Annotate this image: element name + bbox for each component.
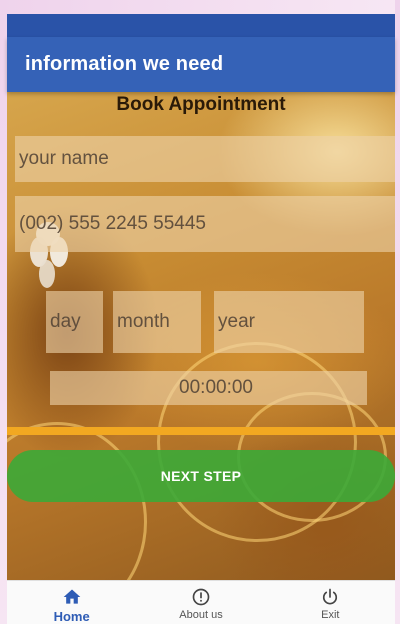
bottom-navigation: Home About us Exit	[7, 580, 395, 624]
status-bar	[7, 14, 395, 37]
time-field[interactable]: 00:00:00	[50, 371, 367, 405]
nav-item-home[interactable]: Home	[7, 581, 136, 624]
nav-label-exit: Exit	[321, 609, 340, 621]
appointment-form: Book Appointment your name (002) 555 224…	[7, 92, 395, 580]
app-bar: information we need	[7, 37, 395, 92]
nav-label-about-us: About us	[179, 609, 223, 621]
day-field[interactable]: day	[46, 291, 103, 353]
nav-item-exit[interactable]: Exit	[266, 581, 395, 624]
power-icon	[323, 588, 338, 605]
next-step-button[interactable]: NEXT STEP	[7, 450, 395, 502]
divider-line	[7, 427, 395, 435]
page-title: Book Appointment	[116, 94, 286, 115]
frame-right	[395, 0, 400, 624]
nav-label-home: Home	[53, 609, 90, 624]
name-field[interactable]: your name	[15, 136, 395, 182]
frame-left	[0, 0, 7, 624]
home-icon	[63, 589, 80, 604]
phone-field[interactable]: (002) 555 2245 55445	[15, 196, 395, 252]
year-field[interactable]: year	[214, 291, 364, 353]
nav-item-about-us[interactable]: About us	[136, 581, 265, 624]
info-icon	[192, 588, 210, 606]
month-field[interactable]: month	[113, 291, 201, 353]
app-bar-title: information we need	[25, 53, 224, 75]
frame-top	[0, 0, 400, 14]
